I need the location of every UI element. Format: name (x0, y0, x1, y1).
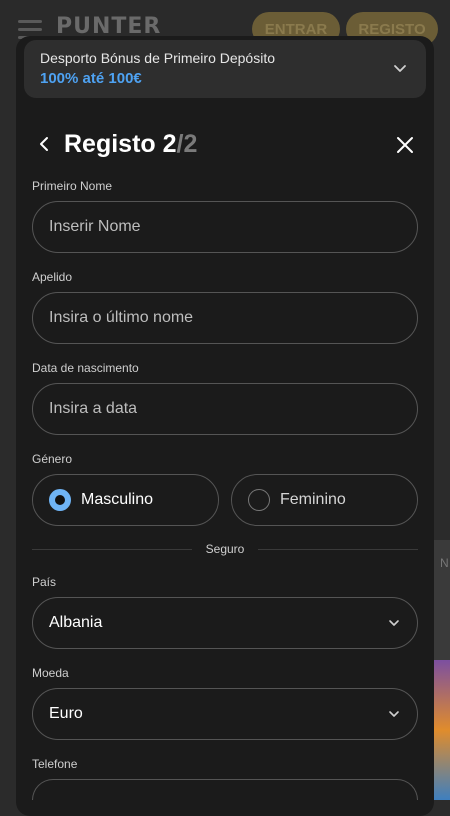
phone-label: Telefone (32, 757, 78, 771)
gender-option-male[interactable]: Masculino (32, 474, 219, 526)
bonus-title: Desporto Bónus de Primeiro Depósito (40, 50, 276, 66)
bonus-amount: 100% até 100€ (40, 70, 142, 87)
radio-unselected-icon (248, 489, 270, 511)
currency-label: Moeda (32, 666, 69, 680)
first-name-label: Primeiro Nome (32, 179, 113, 193)
back-arrow-icon[interactable] (34, 134, 54, 154)
first-name-input[interactable]: Inserir Nome (32, 201, 418, 253)
last-name-label: Apelido (32, 270, 73, 284)
chevron-down-icon (389, 711, 399, 717)
background-letter: N (440, 556, 449, 570)
title-step-total: /2 (176, 130, 198, 158)
gender-label: Género (32, 452, 73, 466)
country-label: País (32, 575, 57, 589)
page-title: Registo 2/2 (64, 130, 197, 159)
chevron-down-icon (394, 65, 406, 72)
divider-line (258, 549, 418, 550)
birth-date-label: Data de nascimento (32, 361, 139, 375)
last-name-input[interactable]: Insira o último nome (32, 292, 418, 344)
gender-option-female[interactable]: Feminino (231, 474, 418, 526)
birth-date-input[interactable]: Insira a data (32, 383, 418, 435)
title-step: Registo 2 (64, 130, 177, 158)
chevron-down-icon (389, 620, 399, 626)
close-icon[interactable] (394, 134, 416, 156)
gender-option-label: Masculino (81, 491, 154, 508)
radio-selected-icon (49, 489, 71, 511)
gender-option-label: Feminino (280, 491, 346, 508)
bonus-dropdown[interactable]: Desporto Bónus de Primeiro Depósito 100%… (24, 40, 426, 98)
background-game-art (434, 660, 450, 800)
currency-select[interactable]: Euro (32, 688, 418, 740)
phone-input[interactable] (32, 779, 418, 800)
country-select[interactable]: Albania (32, 597, 418, 649)
currency-value: Euro (49, 705, 83, 722)
country-value: Albania (49, 614, 103, 631)
